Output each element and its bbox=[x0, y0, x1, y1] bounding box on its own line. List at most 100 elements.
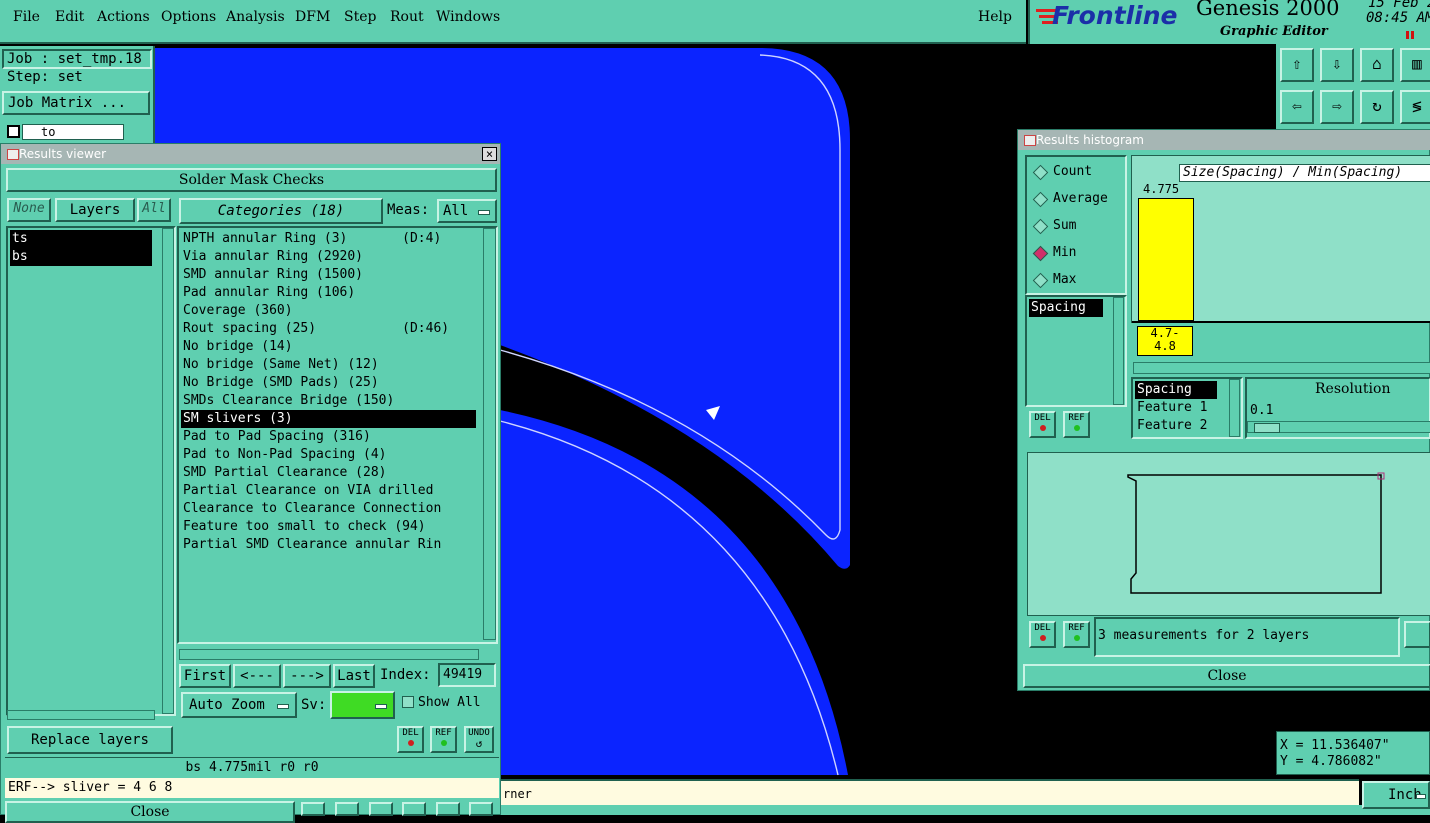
category-item[interactable]: SMD annular Ring (1500) bbox=[181, 266, 476, 284]
category-list[interactable]: NPTH annular Ring (3) (D:4) Via annular R… bbox=[177, 226, 498, 644]
category-list-hscrollbar[interactable] bbox=[179, 649, 479, 660]
category-item[interactable]: Partial Clearance on VIA drilled bbox=[181, 482, 476, 500]
layers-button[interactable]: Layers bbox=[55, 198, 135, 222]
tool-icon[interactable] bbox=[335, 802, 359, 816]
tool-icon[interactable] bbox=[369, 802, 393, 816]
category-item[interactable]: Clearance to Clearance Connection bbox=[181, 500, 476, 518]
next-button[interactable]: ---> bbox=[283, 664, 331, 688]
mode-sum[interactable]: Sum bbox=[1027, 212, 1125, 239]
results-viewer-close-button[interactable]: Close bbox=[5, 801, 295, 823]
category-item[interactable]: No Bridge (SMD Pads) (25) bbox=[181, 374, 476, 392]
none-button[interactable]: None bbox=[7, 198, 51, 222]
bar-label: 4.7- 4.8 bbox=[1137, 326, 1193, 356]
index-input[interactable]: 49419 bbox=[438, 663, 496, 687]
category-item[interactable]: Coverage (360) bbox=[181, 302, 476, 320]
job-matrix-button[interactable]: Job Matrix ... bbox=[2, 91, 150, 115]
window-menu-icon[interactable] bbox=[1024, 135, 1036, 146]
categories-button[interactable]: Categories (18) bbox=[179, 198, 383, 224]
red-dot-icon bbox=[1039, 635, 1046, 641]
histogram-hscrollbar[interactable] bbox=[1133, 362, 1430, 374]
list-item[interactable]: Feature 2 bbox=[1135, 417, 1241, 435]
category-item[interactable]: No bridge (14) bbox=[181, 338, 476, 356]
category-item[interactable]: Pad annular Ring (106) bbox=[181, 284, 476, 302]
list-item[interactable]: Spacing bbox=[1029, 299, 1103, 317]
hist-ref-button-2[interactable]: REF bbox=[1063, 621, 1090, 648]
show-all-checkbox[interactable] bbox=[402, 696, 414, 708]
close-icon[interactable]: × bbox=[482, 147, 497, 161]
del-button[interactable]: DEL bbox=[397, 726, 424, 753]
category-item[interactable]: No bridge (Same Net) (12) bbox=[181, 356, 476, 374]
split-view-icon[interactable]: ▥ bbox=[1400, 48, 1430, 82]
red-dot-icon bbox=[1039, 425, 1046, 431]
prev-button[interactable]: <--- bbox=[233, 664, 281, 688]
attribute-list-scrollbar[interactable] bbox=[1113, 297, 1124, 405]
mode-max[interactable]: Max bbox=[1027, 266, 1125, 293]
list-item[interactable]: Spacing bbox=[1135, 381, 1217, 399]
category-item[interactable]: Partial SMD Clearance annular Rin bbox=[181, 536, 476, 554]
window-menu-icon[interactable] bbox=[7, 149, 19, 160]
menu-dfm[interactable]: DFM bbox=[295, 9, 330, 25]
tool-icon[interactable] bbox=[402, 802, 426, 816]
last-button[interactable]: Last bbox=[333, 664, 375, 688]
list-item[interactable]: ts bbox=[10, 230, 152, 248]
list-item[interactable]: Feature 1 bbox=[1135, 399, 1241, 417]
resolution-slider[interactable] bbox=[1247, 421, 1430, 433]
category-item[interactable]: Via annular Ring (2920) bbox=[181, 248, 476, 266]
mode-min[interactable]: Min bbox=[1027, 239, 1125, 266]
list-item[interactable]: bs bbox=[10, 248, 152, 266]
menu-step[interactable]: Step bbox=[344, 9, 376, 25]
category-list-scrollbar[interactable] bbox=[483, 228, 496, 640]
field-list-scrollbar[interactable] bbox=[1229, 379, 1240, 437]
category-item[interactable]: Pad to Non-Pad Spacing (4) bbox=[181, 446, 476, 464]
menu-rout[interactable]: Rout bbox=[390, 9, 424, 25]
first-button[interactable]: First bbox=[179, 664, 231, 688]
category-item[interactable]: Rout spacing (25) (D:46) bbox=[181, 320, 476, 338]
category-item[interactable]: SMD Partial Clearance (28) bbox=[181, 464, 476, 482]
tool-icon[interactable] bbox=[436, 802, 460, 816]
menu-analysis[interactable]: Analysis bbox=[226, 9, 285, 25]
field-list[interactable]: Spacing Feature 1 Feature 2 bbox=[1131, 377, 1243, 439]
undo-button[interactable]: UNDO ↺ bbox=[464, 726, 494, 753]
category-item[interactable]: SMDs Clearance Bridge (150) bbox=[181, 392, 476, 410]
toolbar-right-icon[interactable]: ⇨ bbox=[1320, 90, 1354, 124]
meas-select[interactable]: All bbox=[437, 199, 497, 223]
menu-actions[interactable]: Actions bbox=[97, 9, 150, 25]
layer-list-scrollbar[interactable] bbox=[162, 228, 174, 714]
hist-ref-button[interactable]: REF bbox=[1063, 411, 1090, 438]
attribute-list[interactable]: Spacing bbox=[1025, 295, 1127, 407]
toolbar-left-icon[interactable]: ⇦ bbox=[1280, 90, 1314, 124]
category-item[interactable]: NPTH annular Ring (3) (D:4) bbox=[181, 230, 476, 248]
menu-file[interactable]: File bbox=[13, 9, 40, 25]
auto-zoom-select[interactable]: Auto Zoom bbox=[181, 692, 297, 718]
ref-button[interactable]: REF bbox=[430, 726, 457, 753]
zigzag-icon[interactable]: ≶ bbox=[1400, 90, 1430, 124]
layer-checkbox[interactable] bbox=[7, 125, 20, 138]
tool-icon[interactable] bbox=[469, 802, 493, 816]
layer-list[interactable]: ts bs bbox=[6, 226, 176, 716]
sv-color-select[interactable] bbox=[330, 691, 395, 719]
home-icon[interactable]: ⌂ bbox=[1360, 48, 1394, 82]
category-item[interactable]: Pad to Pad Spacing (316) bbox=[181, 428, 476, 446]
slider-thumb[interactable] bbox=[1254, 423, 1280, 433]
mode-count[interactable]: Count bbox=[1027, 158, 1125, 185]
mode-average[interactable]: Average bbox=[1027, 185, 1125, 212]
layer-list-hscrollbar[interactable] bbox=[7, 710, 155, 720]
category-item[interactable]: Feature too small to check (94) bbox=[181, 518, 476, 536]
layer-field[interactable]: to bbox=[22, 124, 124, 140]
tool-icon[interactable] bbox=[301, 802, 325, 816]
menu-help[interactable]: Help bbox=[978, 9, 1012, 25]
hist-del-button[interactable]: DEL bbox=[1029, 411, 1056, 438]
menu-edit[interactable]: Edit bbox=[55, 9, 84, 25]
redo-icon[interactable]: ↻ bbox=[1360, 90, 1394, 124]
hist-extra-icon[interactable] bbox=[1404, 621, 1430, 648]
all-layers-button[interactable]: All bbox=[137, 198, 171, 222]
units-select[interactable]: Inch bbox=[1362, 781, 1430, 809]
histogram-close-button[interactable]: Close bbox=[1023, 664, 1430, 688]
toolbar-down-icon[interactable]: ⇩ bbox=[1320, 48, 1354, 82]
hist-del-button-2[interactable]: DEL bbox=[1029, 621, 1056, 648]
menu-windows[interactable]: Windows bbox=[436, 9, 500, 25]
menu-options[interactable]: Options bbox=[161, 9, 216, 25]
category-item[interactable]: SM slivers (3) bbox=[181, 410, 476, 428]
replace-layers-button[interactable]: Replace layers bbox=[7, 726, 173, 754]
toolbar-up-icon[interactable]: ⇧ bbox=[1280, 48, 1314, 82]
